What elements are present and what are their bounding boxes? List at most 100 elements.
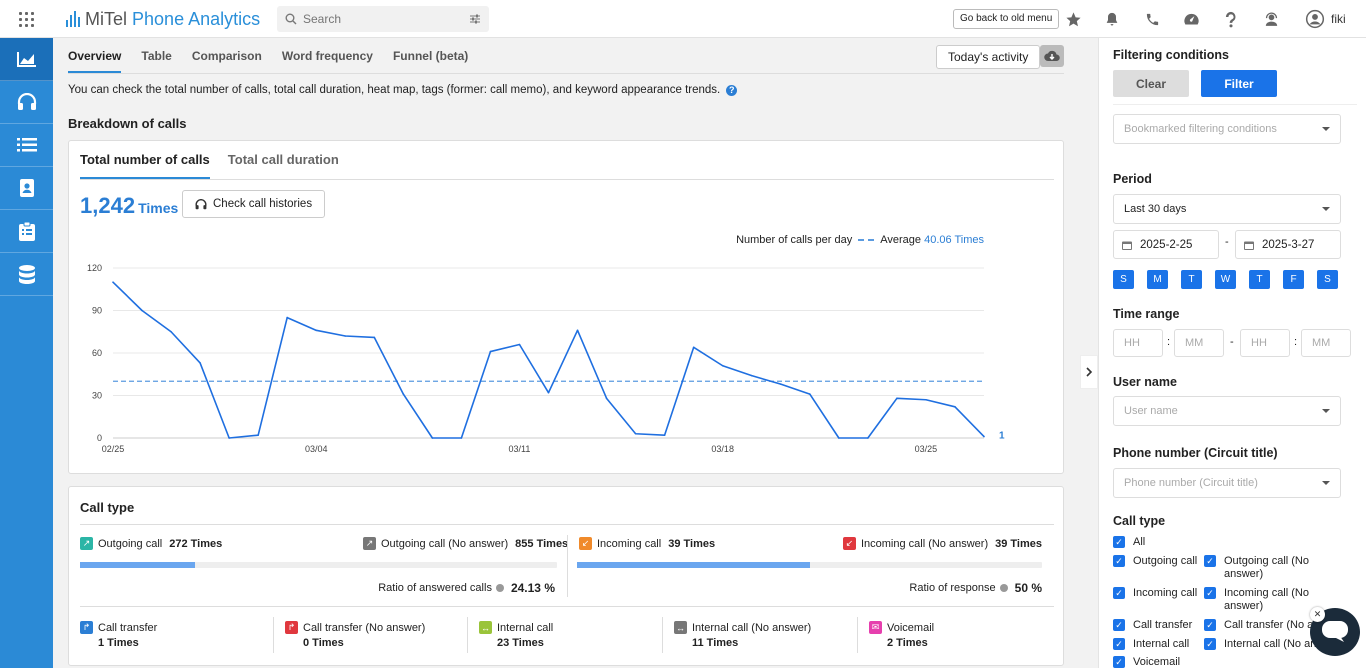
app-logo[interactable]: MiTel Phone Analytics — [66, 8, 260, 30]
check-histories-label: Check call histories — [213, 198, 313, 210]
check-icon: ✓ — [1113, 536, 1125, 548]
old-menu-button[interactable]: Go back to old menu — [953, 9, 1060, 29]
chat-close-button[interactable]: ✕ — [1310, 607, 1325, 622]
day-toggle-sat[interactable]: S — [1317, 270, 1338, 289]
search-input[interactable] — [303, 12, 469, 26]
data-point — [518, 343, 521, 346]
panel-toggle[interactable] — [1080, 355, 1098, 389]
user-name: fiki — [1331, 12, 1346, 26]
user-menu[interactable]: fiki — [1305, 9, 1346, 29]
info-icon[interactable] — [495, 584, 504, 592]
internal-call-na-stat: ↔ Internal call (No answer) 11 Times — [674, 621, 812, 649]
call-transfer-no-answer-icon: ↱ — [285, 621, 298, 634]
breakdown-subtabs: Total number of calls Total call duratio… — [80, 141, 357, 179]
checkbox-outgoing[interactable]: ✓ Outgoing call — [1113, 555, 1197, 568]
sidebar-item-analytics[interactable] — [0, 38, 53, 81]
check-call-histories-button[interactable]: Check call histories — [182, 190, 326, 218]
checkbox-incoming[interactable]: ✓ Incoming call — [1113, 587, 1197, 600]
call-transfer-stat: ↱ Call transfer 1 Times — [80, 621, 157, 649]
filter-button[interactable]: Filter — [1201, 70, 1277, 97]
checkbox-all[interactable]: ✓ All — [1113, 536, 1145, 549]
info-icon[interactable] — [999, 584, 1008, 592]
incoming-call-icon: ↙ — [579, 537, 592, 550]
time-colon: : — [1294, 336, 1298, 348]
day-toggle-thu[interactable]: T — [1249, 270, 1270, 289]
sidebar-item-contacts[interactable] — [0, 167, 53, 210]
data-point — [286, 316, 288, 319]
day-toggle-wed[interactable]: W — [1215, 270, 1236, 289]
sidebar-item-calls[interactable] — [0, 81, 53, 124]
date-to-field[interactable]: 2025-3-27 — [1235, 230, 1341, 259]
subtab-total-calls[interactable]: Total number of calls — [80, 141, 210, 179]
clear-button[interactable]: Clear — [1113, 70, 1189, 97]
data-point — [750, 374, 753, 377]
help-icon[interactable] — [1222, 10, 1240, 28]
day-toggle-tue[interactable]: T — [1181, 270, 1202, 289]
call-type-divider-2 — [80, 606, 1054, 607]
period-select[interactable]: Last 30 days — [1113, 194, 1341, 224]
phone-number-title: Phone number (Circuit title) — [1113, 446, 1278, 460]
time-separator: - — [1230, 336, 1234, 348]
day-toggle-sun[interactable]: S — [1113, 270, 1134, 289]
checkbox-call-transfer-no-answer[interactable]: ✓ Call transfer (No ar — [1204, 619, 1317, 632]
phone-number-select[interactable]: Phone number (Circuit title) — [1113, 468, 1341, 498]
data-point — [373, 336, 376, 339]
support-agent-icon[interactable] — [1262, 10, 1280, 28]
bell-icon[interactable] — [1103, 10, 1121, 28]
checkbox-internal-no-answer[interactable]: ✓ Internal call (No ans — [1204, 638, 1322, 651]
check-icon: ✓ — [1204, 619, 1216, 631]
checkbox-outgoing-no-answer[interactable]: ✓ Outgoing call (No answer) — [1204, 555, 1309, 581]
data-point — [721, 364, 724, 367]
subtab-total-duration[interactable]: Total call duration — [228, 141, 339, 179]
phone-icon[interactable] — [1143, 10, 1161, 28]
user-name-select[interactable]: User name — [1113, 396, 1341, 426]
todays-activity-button[interactable]: Today's activity — [936, 45, 1041, 69]
end-hour-input[interactable]: HH — [1240, 329, 1290, 357]
star-icon[interactable] — [1064, 10, 1082, 28]
end-minute-input[interactable]: MM — [1301, 329, 1351, 357]
search-icon — [285, 13, 297, 25]
tab-table[interactable]: Table — [141, 38, 171, 74]
start-hour-input[interactable]: HH — [1113, 329, 1163, 357]
tab-word-frequency[interactable]: Word frequency — [282, 38, 373, 74]
dashboard-gauge-icon[interactable] — [1182, 10, 1200, 28]
checkbox-voicemail[interactable]: ✓ Voicemail — [1113, 656, 1180, 668]
sidebar-item-data[interactable] — [0, 253, 53, 296]
calls-line-chart: 0 30 60 90 120 02/25 03/04 03/11 03/18 03/25 1 — [87, 263, 1005, 454]
chart-icon — [16, 52, 36, 67]
caret-down-icon — [1322, 207, 1330, 211]
voicemail-icon: ✉ — [869, 621, 882, 634]
search-box[interactable] — [277, 6, 489, 32]
day-toggle-mon[interactable]: M — [1147, 270, 1168, 289]
data-point — [663, 434, 666, 436]
check-icon: ✓ — [1113, 638, 1125, 650]
tab-comparison[interactable]: Comparison — [192, 38, 262, 74]
checkbox-incoming-no-answer[interactable]: ✓ Incoming call (No answer) — [1204, 587, 1309, 613]
vertical-divider — [662, 617, 663, 653]
day-toggle-fri[interactable]: F — [1283, 270, 1304, 289]
sidebar-item-tasks[interactable] — [0, 210, 53, 253]
data-point — [547, 391, 550, 394]
filter-panel: Filtering conditions Clear Filter Bookma… — [1098, 38, 1366, 668]
checkbox-internal[interactable]: ✓ Internal call — [1113, 638, 1189, 651]
date-from-field[interactable]: 2025-2-25 — [1113, 230, 1219, 259]
filter-sliders-icon[interactable] — [469, 13, 481, 25]
ratio-answered: Ratio of answered calls 24.13 % — [378, 581, 555, 595]
internal-call-icon: ↔ — [479, 621, 492, 634]
tab-funnel[interactable]: Funnel (beta) — [393, 38, 468, 74]
apps-grid-icon[interactable] — [19, 12, 34, 27]
call-transfer-na-stat: ↱ Call transfer (No answer) 0 Times — [285, 621, 425, 649]
tab-overview[interactable]: Overview — [68, 38, 122, 74]
call-type-title: Call type — [80, 500, 135, 515]
download-button[interactable] — [1040, 45, 1064, 67]
bookmarked-select[interactable]: Bookmarked filtering conditions — [1113, 114, 1341, 144]
start-minute-input[interactable]: MM — [1174, 329, 1224, 357]
checkbox-call-transfer[interactable]: ✓ Call transfer — [1113, 619, 1192, 632]
help-circle-icon[interactable]: ? — [726, 84, 738, 96]
total-calls-value: 1,242 Times — [80, 193, 179, 218]
sidebar-item-list[interactable] — [0, 124, 53, 167]
data-point — [867, 437, 869, 439]
headset-icon — [17, 93, 36, 110]
data-point — [402, 393, 405, 395]
clipboard-icon — [18, 221, 35, 241]
